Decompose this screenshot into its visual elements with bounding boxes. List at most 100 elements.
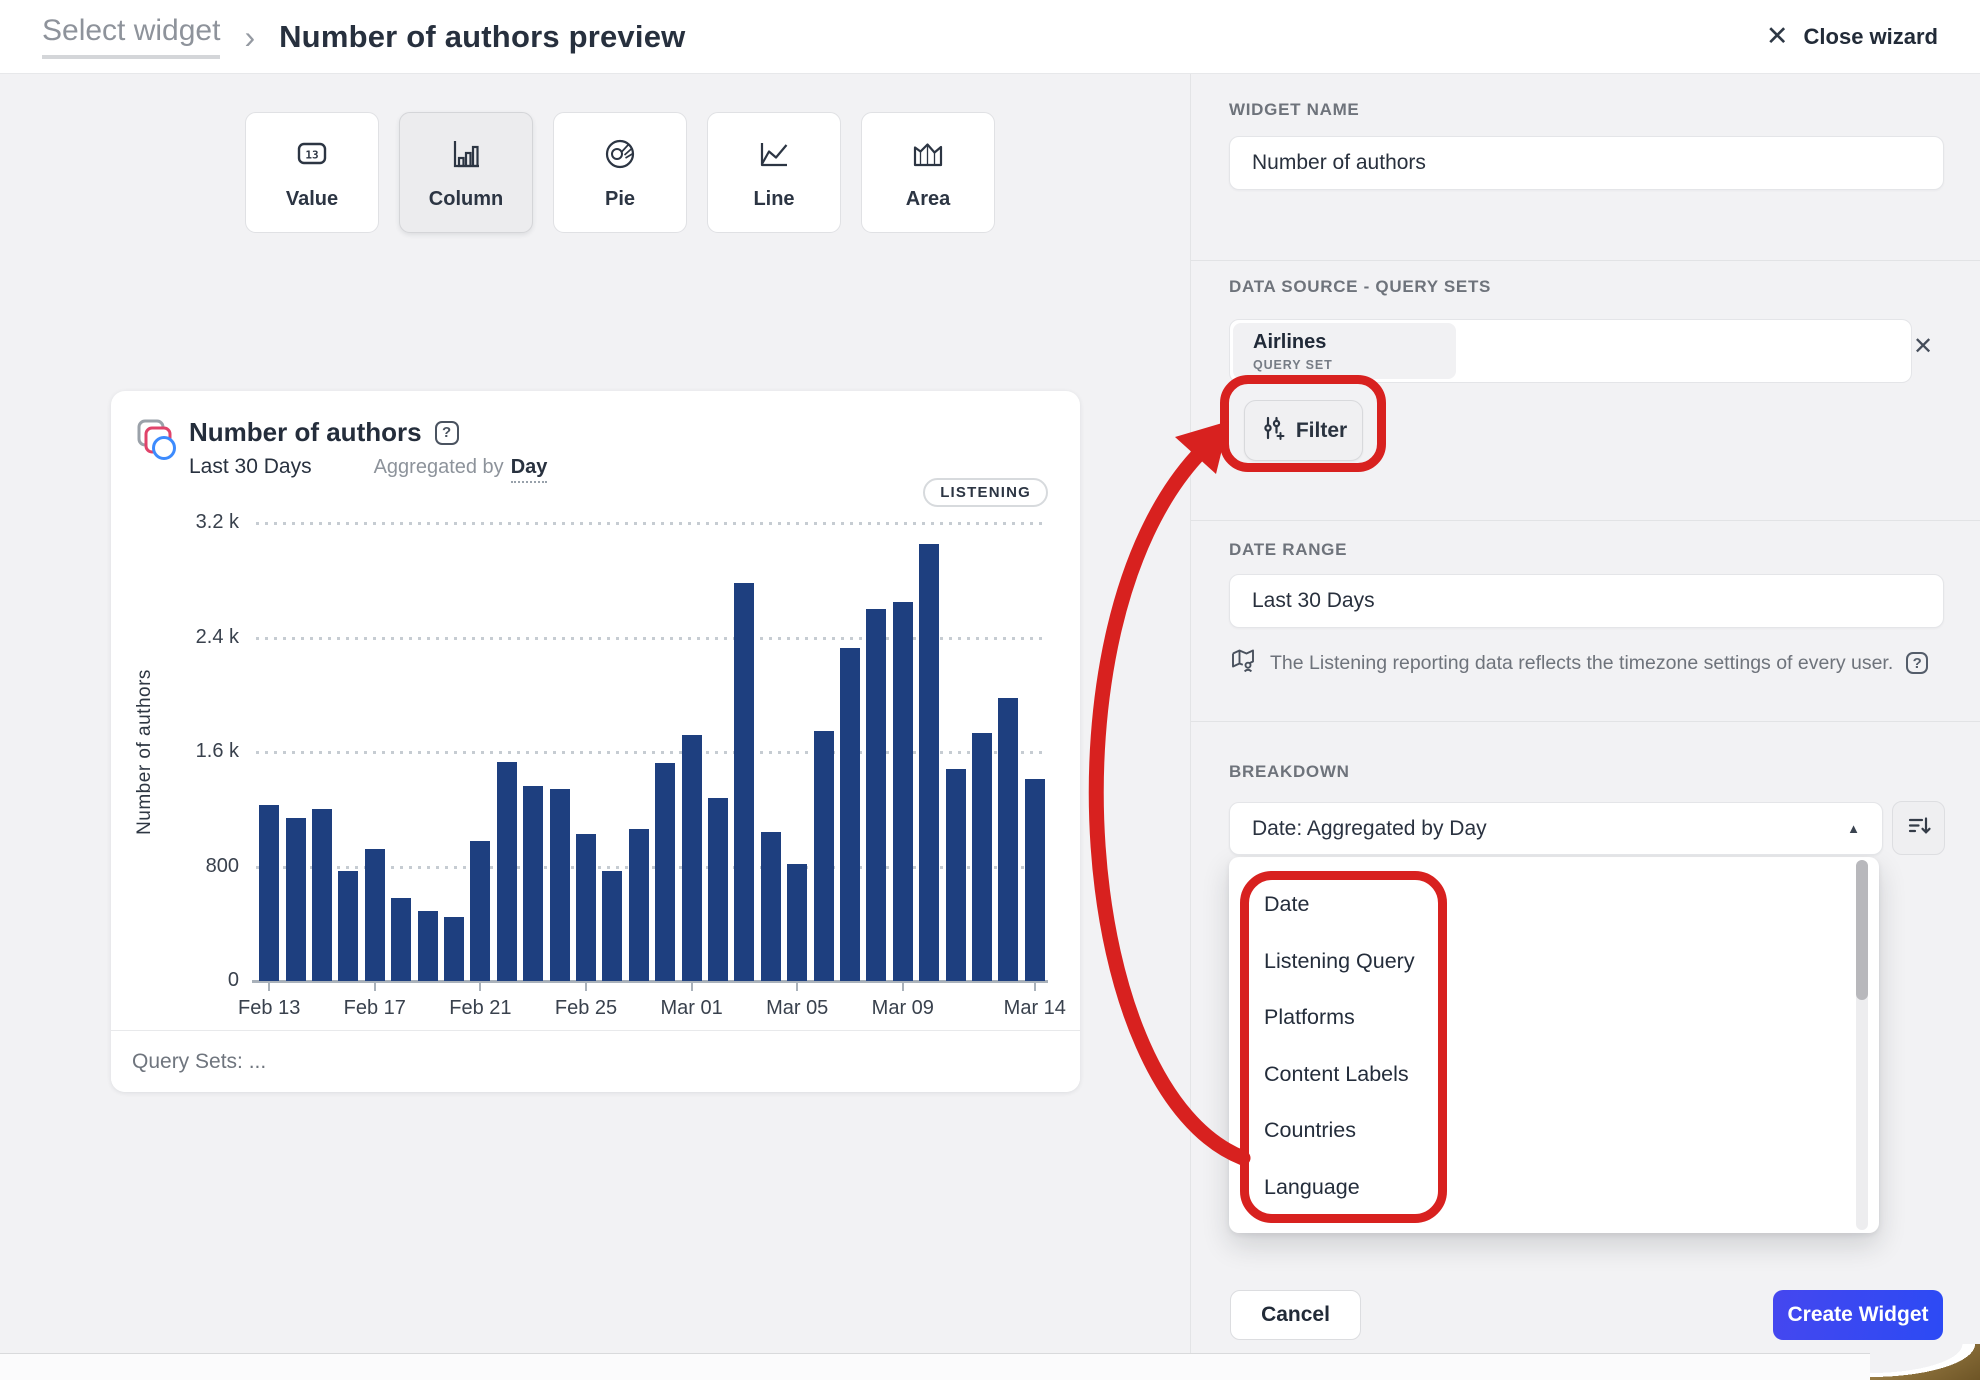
bottom-strip [0, 1353, 1870, 1380]
bar-feb-20[interactable] [444, 917, 464, 981]
bar-feb-14[interactable] [286, 818, 306, 981]
x-axis-tick-label: Feb 25 [555, 997, 617, 1020]
breadcrumb-back[interactable]: Select widget [42, 14, 220, 59]
bar-feb-17[interactable] [365, 849, 385, 981]
help-icon[interactable]: ? [1906, 652, 1928, 674]
bar-feb-25[interactable] [576, 834, 596, 981]
cancel-button[interactable]: Cancel [1230, 1290, 1361, 1340]
bar-feb-15[interactable] [312, 809, 332, 981]
query-set-chip[interactable]: Airlines QUERY SET [1233, 323, 1456, 379]
x-axis-tick [902, 982, 904, 991]
filter-button[interactable]: Filter [1244, 400, 1363, 461]
bar-feb-22[interactable] [497, 762, 517, 981]
widget-type-area[interactable]: Area [861, 112, 995, 233]
widget-type-label: Value [286, 188, 338, 211]
breakdown-option-content-labels[interactable]: Content Labels [1264, 1062, 1409, 1087]
x-axis-tick-label: Mar 05 [766, 997, 828, 1020]
bar-mar-14[interactable] [1025, 779, 1045, 981]
bar-feb-18[interactable] [391, 898, 411, 981]
sort-order-button[interactable] [1892, 801, 1945, 855]
widget-type-value[interactable]: 13Value [245, 112, 379, 233]
x-axis-tick [1034, 982, 1036, 991]
widget-type-label: Area [906, 188, 950, 211]
y-axis-tick-label: 1.6 k [141, 740, 239, 763]
data-source-label: DATA SOURCE - QUERY SETS [1229, 277, 1491, 297]
bar-mar-04[interactable] [761, 832, 781, 981]
bar-mar-02[interactable] [708, 798, 728, 981]
y-axis-tick-label: 3.2 k [141, 511, 239, 534]
bar-mar-12[interactable] [972, 733, 992, 981]
settings-panel: WIDGET NAME DATA SOURCE - QUERY SETS Air… [1191, 74, 1980, 1353]
widget-type-label: Column [429, 188, 503, 211]
bar-feb-13[interactable] [259, 805, 279, 981]
y-axis-tick-label: 0 [141, 969, 239, 992]
widget-name-input[interactable] [1229, 136, 1944, 190]
y-axis-tick-label: 2.4 k [141, 626, 239, 649]
widget-type-pie[interactable]: Pie [553, 112, 687, 233]
gridline [256, 522, 1048, 525]
close-icon: ✕ [1766, 21, 1789, 52]
breakdown-select[interactable]: Date: Aggregated by Day ▲ [1229, 802, 1883, 855]
date-range-field[interactable]: Last 30 Days [1229, 574, 1944, 628]
bar-feb-27[interactable] [629, 829, 649, 981]
widget-type-column[interactable]: Column [399, 112, 533, 233]
column-icon [446, 134, 486, 179]
bar-feb-28[interactable] [655, 763, 675, 981]
timezone-note: The Listening reporting data reflects th… [1270, 652, 1893, 675]
widget-wizard: Select widget › Number of authors previe… [0, 0, 1980, 1380]
close-wizard-label: Close wizard [1804, 24, 1938, 50]
create-widget-button[interactable]: Create Widget [1773, 1290, 1943, 1340]
bar-mar-07[interactable] [840, 648, 860, 981]
bar-feb-19[interactable] [418, 911, 438, 981]
breadcrumb-chevron-icon: › [244, 21, 255, 53]
chart-footer: Query Sets: ... [111, 1030, 1080, 1092]
bar-mar-01[interactable] [682, 735, 702, 981]
bar-mar-13[interactable] [998, 698, 1018, 981]
x-axis-tick [479, 982, 481, 991]
scrollbar-track[interactable] [1856, 860, 1868, 1230]
date-range-label: DATE RANGE [1229, 540, 1347, 560]
query-sets-field[interactable]: Airlines QUERY SET [1229, 319, 1912, 383]
x-axis-tick-label: Mar 14 [1004, 997, 1066, 1020]
query-set-type: QUERY SET [1253, 358, 1456, 372]
breakdown-option-date[interactable]: Date [1264, 892, 1309, 917]
remove-query-set-icon[interactable]: ✕ [1913, 332, 1933, 361]
breakdown-label: BREAKDOWN [1229, 762, 1350, 782]
help-icon[interactable]: ? [435, 421, 459, 445]
bar-mar-06[interactable] [814, 731, 834, 981]
page-title: Number of authors preview [279, 19, 685, 55]
line-icon [754, 134, 794, 179]
bar-mar-05[interactable] [787, 864, 807, 981]
breakdown-option-listening-query[interactable]: Listening Query [1264, 949, 1415, 974]
wizard-header: Select widget › Number of authors previe… [0, 0, 1980, 74]
close-wizard-button[interactable]: ✕ Close wizard [1766, 21, 1938, 52]
widget-type-label: Line [753, 188, 794, 211]
x-axis-tick-label: Feb 17 [344, 997, 406, 1020]
chart-title: Number of authors [189, 417, 422, 448]
widget-type-label: Pie [605, 188, 635, 211]
breakdown-dropdown-menu: Date Listening Query Platforms Content Labe… [1229, 857, 1879, 1233]
bar-mar-03[interactable] [734, 583, 754, 981]
breakdown-option-language[interactable]: Language [1264, 1175, 1360, 1200]
bar-feb-23[interactable] [523, 786, 543, 981]
x-axis-tick [796, 982, 798, 991]
bar-feb-26[interactable] [602, 871, 622, 981]
timezone-map-icon [1229, 646, 1257, 680]
area-icon [908, 134, 948, 179]
bar-feb-24[interactable] [550, 789, 570, 981]
query-set-name: Airlines [1253, 331, 1456, 354]
widget-type-row: 13Value Column Pie Line Area [245, 112, 995, 233]
chart-date-range: Last 30 Days [189, 455, 312, 479]
bar-mar-10[interactable] [919, 544, 939, 981]
bar-feb-16[interactable] [338, 871, 358, 981]
bar-mar-09[interactable] [893, 602, 913, 981]
bar-mar-11[interactable] [946, 769, 966, 981]
breakdown-option-countries[interactable]: Countries [1264, 1118, 1356, 1143]
bar-feb-21[interactable] [470, 841, 490, 981]
breakdown-option-platforms[interactable]: Platforms [1264, 1005, 1355, 1030]
widget-type-line[interactable]: Line [707, 112, 841, 233]
aggregated-by-value[interactable]: Day [511, 456, 548, 483]
bar-mar-08[interactable] [866, 609, 886, 981]
scrollbar-thumb[interactable] [1856, 860, 1868, 1000]
breakdown-selected-value: Date: Aggregated by Day [1252, 817, 1487, 841]
